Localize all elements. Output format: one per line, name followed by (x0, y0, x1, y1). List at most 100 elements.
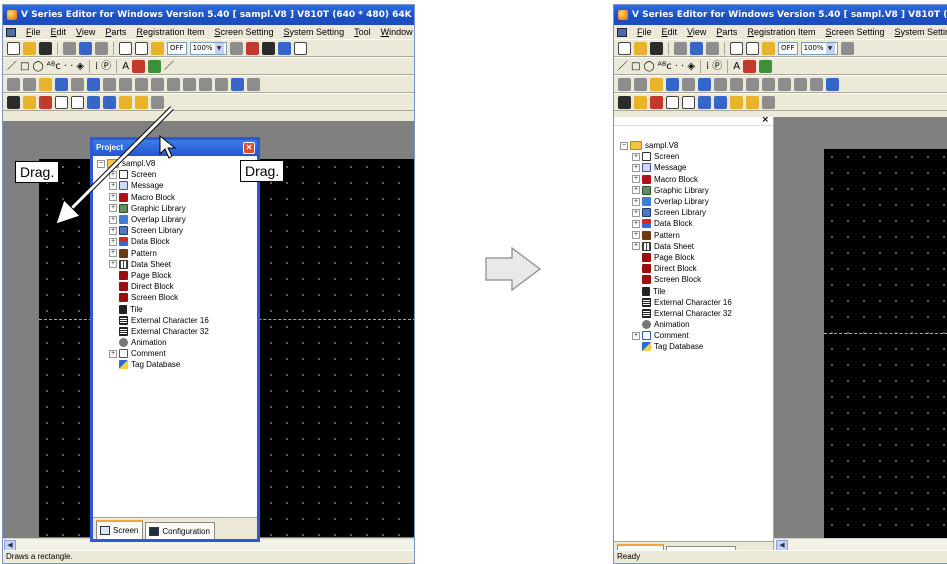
font-icon[interactable]: A (733, 60, 740, 73)
item-icon[interactable] (762, 95, 775, 109)
screen-editor-canvas[interactable] (824, 149, 947, 538)
tree-item[interactable]: + Overlap Library (620, 196, 773, 207)
tab-configuration[interactable]: Configuration (145, 522, 215, 539)
list-icon[interactable] (293, 41, 307, 55)
tree-item[interactable]: + Pattern (97, 248, 257, 259)
part-icon[interactable] (23, 77, 36, 91)
rectangle-tool-icon[interactable]: □ (20, 60, 29, 73)
part-icon[interactable] (618, 77, 631, 91)
text-style-icon[interactable]: ᴬᴮc (47, 60, 61, 73)
part-icon[interactable] (762, 77, 775, 91)
tree-item[interactable]: External Character 32 (620, 308, 773, 319)
part-icon[interactable] (39, 77, 52, 91)
zoom-icon[interactable] (135, 41, 148, 55)
window-icon[interactable] (277, 41, 291, 55)
foreground-color-icon[interactable] (743, 59, 757, 73)
expand-icon[interactable]: + (632, 231, 640, 240)
part-icon[interactable] (87, 77, 100, 91)
line-style-icon[interactable]: ⁞ (95, 60, 98, 73)
compile-icon[interactable] (840, 41, 854, 55)
part-icon[interactable] (7, 77, 20, 91)
tree-root[interactable]: − sampl.V8 (620, 140, 773, 151)
tree-item[interactable]: Direct Block (620, 263, 773, 274)
item-icon[interactable] (650, 95, 663, 109)
tree-item[interactable]: Tag Database (97, 359, 257, 370)
item-icon[interactable] (7, 95, 20, 109)
tree-item[interactable]: External Character 16 (97, 315, 257, 326)
background-color-icon[interactable] (759, 59, 773, 73)
expand-icon[interactable]: + (632, 186, 640, 195)
part-icon[interactable] (682, 77, 695, 91)
part-icon[interactable] (135, 77, 148, 91)
part-icon[interactable] (634, 77, 647, 91)
chevron-down-icon[interactable]: ▼ (214, 42, 224, 54)
part-icon[interactable] (826, 77, 839, 91)
item-icon[interactable] (634, 95, 647, 109)
part-icon[interactable] (71, 77, 84, 91)
part-icon[interactable] (183, 77, 196, 91)
tree-item[interactable]: Page Block (620, 252, 773, 263)
menu-tool[interactable]: Tool (354, 27, 371, 37)
part-icon[interactable] (666, 77, 679, 91)
system-menu-icon[interactable] (617, 27, 627, 37)
fill-tool-icon[interactable]: ◈ (76, 60, 84, 73)
foreground-color-icon[interactable] (132, 59, 146, 73)
expand-icon[interactable]: + (632, 208, 640, 217)
part-icon[interactable] (119, 77, 132, 91)
tree-item[interactable]: + Graphic Library (620, 185, 773, 196)
part-icon[interactable] (231, 77, 244, 91)
pen-icon[interactable]: ／ (164, 60, 174, 73)
item-icon[interactable] (23, 95, 36, 109)
tree-item[interactable]: + Data Block (97, 236, 257, 247)
dock-close-icon[interactable]: × (761, 115, 769, 125)
preview-icon[interactable] (762, 41, 775, 55)
dot-tool-icon[interactable]: · · (675, 60, 685, 73)
project-panel-docked[interactable]: × − sampl.V8 + Screen + Message + Macro Block + G… (614, 115, 774, 563)
item-icon[interactable] (714, 95, 727, 109)
paint-icon[interactable]: Ⓟ (101, 60, 111, 73)
part-icon[interactable] (698, 77, 711, 91)
tree-item[interactable]: Tile (620, 285, 773, 296)
circle-tool-icon[interactable]: ◯ (643, 60, 654, 73)
part-icon[interactable] (151, 77, 164, 91)
expand-icon[interactable]: + (632, 175, 640, 184)
menu-parts[interactable]: Parts (716, 27, 737, 37)
expand-icon[interactable]: + (632, 163, 640, 172)
menu-view[interactable]: View (76, 27, 95, 37)
expand-icon[interactable]: + (109, 249, 117, 258)
tree-item[interactable]: Animation (97, 337, 257, 348)
part-icon[interactable] (650, 77, 663, 91)
open-folder-icon[interactable] (634, 41, 647, 55)
menu-window[interactable]: Window (381, 27, 413, 37)
menu-registration-item[interactable]: Registration Item (136, 27, 204, 37)
forward-icon[interactable] (261, 41, 275, 55)
menu-system-setting[interactable]: System Setting (284, 27, 345, 37)
copy-icon[interactable] (79, 41, 92, 55)
line-style-icon[interactable]: ⁞ (706, 60, 709, 73)
zoom-icon[interactable] (746, 41, 759, 55)
menu-file[interactable]: File (26, 27, 41, 37)
tree-item[interactable]: + Comment (97, 348, 257, 359)
part-icon[interactable] (730, 77, 743, 91)
item-icon[interactable] (666, 95, 679, 109)
fill-tool-icon[interactable]: ◈ (687, 60, 695, 73)
part-icon[interactable] (714, 77, 727, 91)
warning-icon[interactable] (746, 95, 759, 109)
tree-item[interactable]: + Screen (620, 151, 773, 162)
part-icon[interactable] (794, 77, 807, 91)
menu-edit[interactable]: Edit (51, 27, 67, 37)
ovl-select[interactable]: OFF (167, 41, 187, 55)
expand-icon[interactable]: + (109, 260, 117, 269)
tree-item[interactable]: Direct Block (97, 281, 257, 292)
part-icon[interactable] (746, 77, 759, 91)
tree-item[interactable]: External Character 32 (97, 326, 257, 337)
background-color-icon[interactable] (148, 59, 162, 73)
back-icon[interactable] (245, 41, 259, 55)
expand-icon[interactable]: + (632, 331, 640, 340)
tab-screen[interactable]: Screen (96, 520, 144, 539)
expand-icon[interactable]: + (632, 152, 640, 161)
item-icon[interactable] (618, 95, 631, 109)
save-icon[interactable] (39, 41, 52, 55)
dot-tool-icon[interactable]: · · (64, 60, 74, 73)
menu-view[interactable]: View (687, 27, 706, 37)
